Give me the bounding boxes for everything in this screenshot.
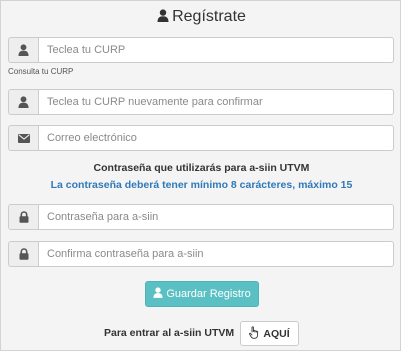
email-input[interactable]	[38, 125, 394, 151]
password-confirm-input-group	[8, 241, 394, 267]
registration-panel: Regístrate Consulta tu CURP	[0, 0, 401, 351]
user-icon	[153, 287, 163, 301]
curp-confirm-input[interactable]	[38, 89, 394, 115]
user-icon	[157, 9, 169, 27]
lock-icon	[8, 204, 38, 230]
password-info-title: Contraseña que utilizarás para a-siin UT…	[93, 162, 310, 174]
login-prompt-text: Para entrar al a-siin UTVM	[104, 327, 235, 339]
lock-icon	[8, 241, 38, 267]
password-confirm-input[interactable]	[38, 241, 394, 267]
user-icon	[8, 89, 38, 115]
password-input-group	[8, 204, 394, 230]
envelope-icon	[8, 125, 38, 151]
user-icon	[8, 37, 38, 63]
hand-pointer-icon	[249, 325, 260, 342]
page-title-text: Regístrate	[172, 8, 246, 25]
email-input-group	[8, 125, 394, 151]
save-registration-button[interactable]: Guardar Registro	[145, 281, 259, 307]
curp-help-link[interactable]: Consulta tu CURP	[8, 67, 73, 76]
curp-confirm-input-group	[8, 89, 394, 115]
password-input[interactable]	[38, 204, 394, 230]
password-rule-text: La contraseña deberá tener mínimo 8 cará…	[50, 179, 353, 191]
curp-input[interactable]	[38, 37, 394, 63]
page-title: Regístrate	[1, 8, 401, 27]
save-registration-label: Guardar Registro	[166, 288, 251, 300]
login-here-label: AQUÍ	[263, 327, 290, 340]
curp-input-group	[8, 37, 394, 63]
login-here-button[interactable]: AQUÍ	[240, 321, 299, 346]
